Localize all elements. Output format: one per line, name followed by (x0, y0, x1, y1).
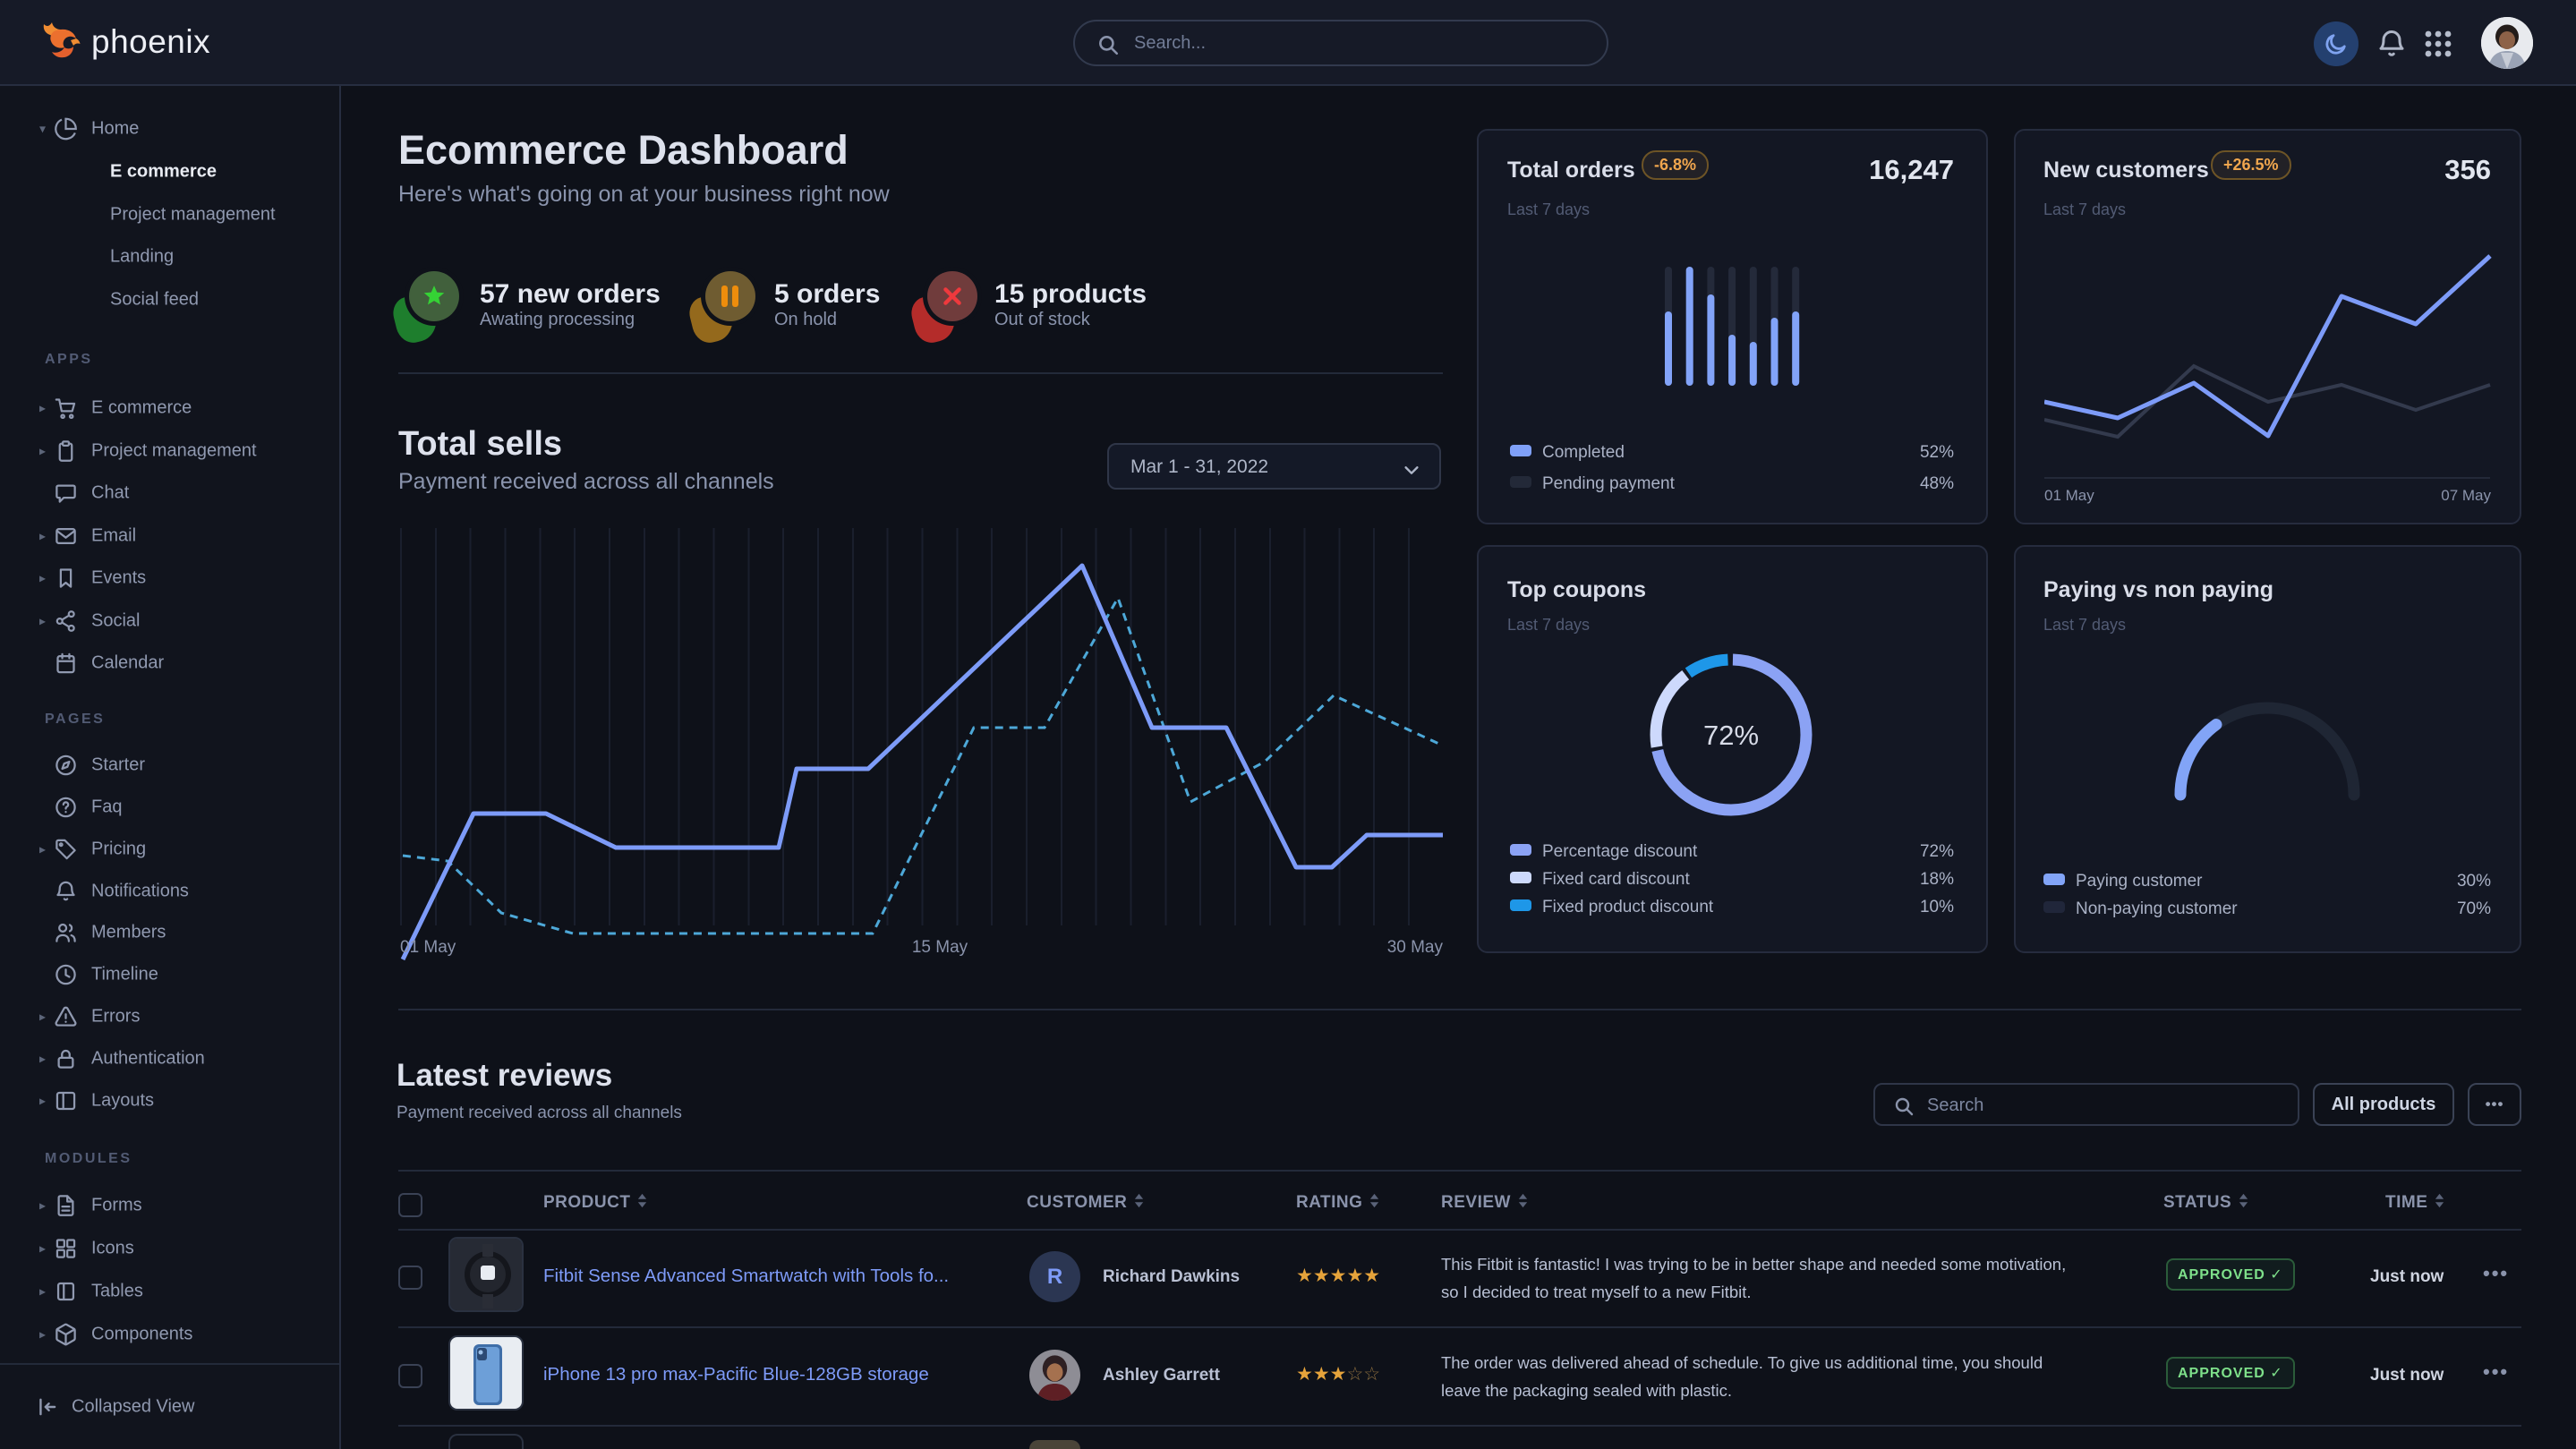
svg-text:72%: 72% (1703, 720, 1759, 751)
